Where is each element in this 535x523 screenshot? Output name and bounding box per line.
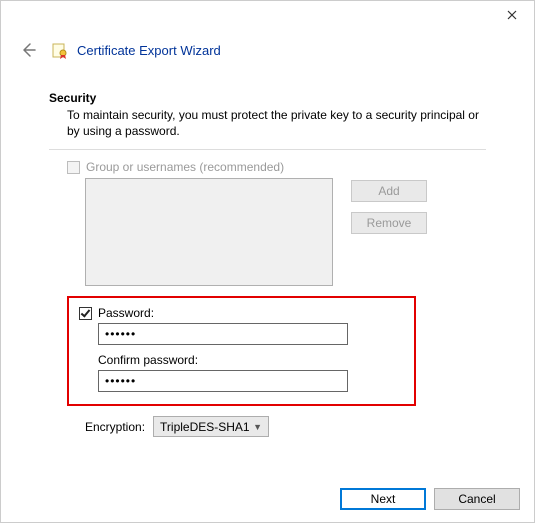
password-highlight-box: Password: Confirm password: bbox=[67, 296, 416, 406]
principals-listbox bbox=[85, 178, 333, 286]
back-button[interactable] bbox=[19, 41, 37, 59]
group-usernames-label: Group or usernames (recommended) bbox=[86, 160, 284, 174]
password-checkbox[interactable] bbox=[79, 307, 92, 320]
encryption-select[interactable]: TripleDES-SHA1 ▼ bbox=[153, 416, 269, 437]
divider bbox=[49, 149, 486, 150]
encryption-label: Encryption: bbox=[85, 420, 145, 434]
encryption-selected-value: TripleDES-SHA1 bbox=[160, 420, 250, 434]
confirm-password-label: Confirm password: bbox=[98, 353, 404, 367]
titlebar bbox=[1, 1, 534, 33]
content-area: Security To maintain security, you must … bbox=[1, 73, 534, 437]
password-field[interactable] bbox=[98, 323, 348, 345]
section-description: To maintain security, you must protect t… bbox=[49, 107, 486, 139]
next-button[interactable]: Next bbox=[340, 488, 426, 510]
wizard-header: Certificate Export Wizard bbox=[1, 33, 534, 73]
back-arrow-icon bbox=[19, 41, 37, 59]
group-usernames-row: Group or usernames (recommended) bbox=[49, 160, 486, 174]
chevron-down-icon: ▼ bbox=[253, 422, 262, 432]
footer-buttons: Next Cancel bbox=[340, 488, 520, 510]
cancel-button[interactable]: Cancel bbox=[434, 488, 520, 510]
group-usernames-checkbox bbox=[67, 161, 80, 174]
section-heading: Security bbox=[49, 91, 486, 105]
confirm-password-field[interactable] bbox=[98, 370, 348, 392]
close-icon bbox=[507, 10, 517, 20]
wizard-title: Certificate Export Wizard bbox=[77, 43, 221, 58]
password-checkbox-label: Password: bbox=[98, 306, 154, 320]
close-button[interactable] bbox=[490, 1, 534, 29]
remove-button: Remove bbox=[351, 212, 427, 234]
certificate-icon bbox=[51, 41, 69, 59]
add-button: Add bbox=[351, 180, 427, 202]
